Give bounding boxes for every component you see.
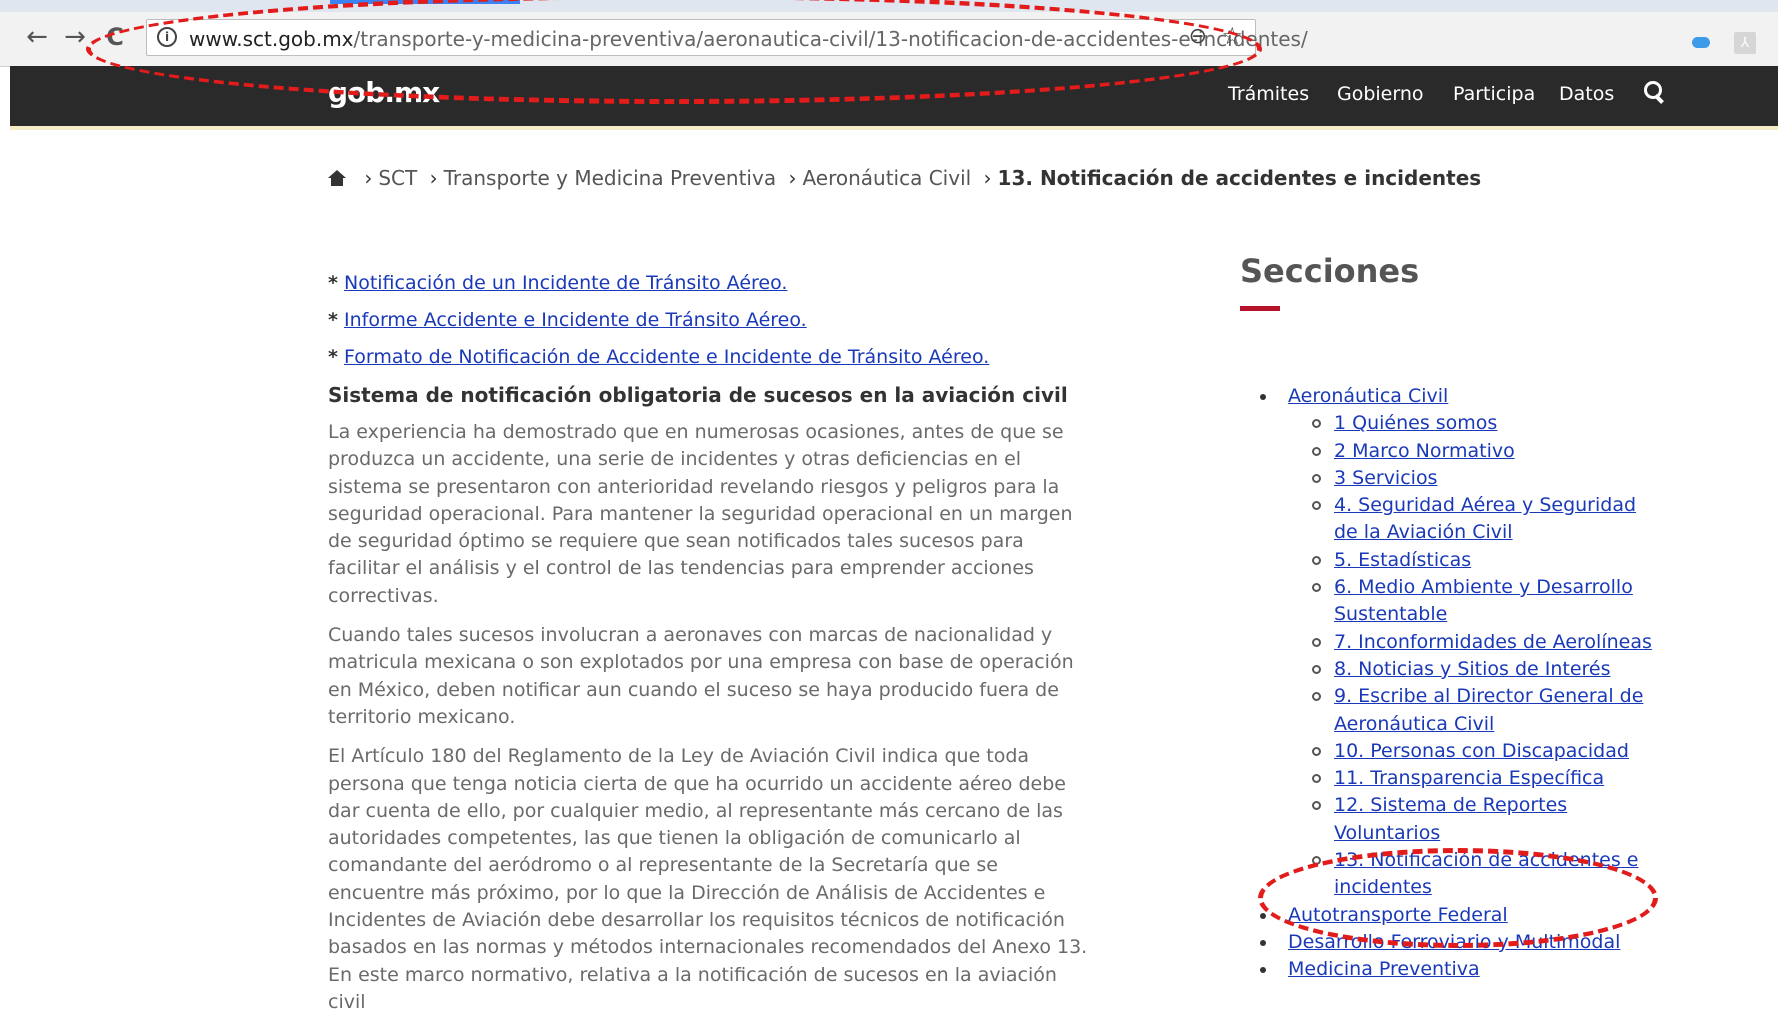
subsection-link[interactable]: 7. Inconformidades de Aerolíneas <box>1334 631 1652 653</box>
subsection-link[interactable]: 12. Sistema de Reportes Voluntarios <box>1334 794 1567 843</box>
section-aeronautica-civil[interactable]: Aeronáutica Civil <box>1288 385 1448 407</box>
paragraph-1: La experiencia ha demostrado que en nume… <box>328 421 1073 607</box>
link-notificacion-incidente[interactable]: Notificación de un Incidente de Tránsito… <box>344 272 787 294</box>
reload-button[interactable]: C <box>98 20 132 54</box>
sections-list: Aeronáutica Civil 1 Quiénes somos 2 Marc… <box>1260 383 1680 984</box>
search-icon[interactable] <box>1638 76 1668 106</box>
section-item: Desarrollo Ferroviario y Multimodal <box>1260 929 1680 956</box>
breadcrumb-aeronautica[interactable]: Aeronáutica Civil <box>802 166 971 190</box>
subsection-item: 10. Personas con Discapacidad <box>1288 738 1664 765</box>
subsection-item: 1 Quiénes somos <box>1288 410 1664 437</box>
doc-link-row: * Notificación de un Incidente de Tránsi… <box>328 272 1098 294</box>
breadcrumb-separator: › <box>429 166 438 190</box>
url-text[interactable]: www.sct.gob.mx/transporte-y-medicina-pre… <box>189 27 1308 51</box>
breadcrumb-current: 13. Notificación de accidentes e inciden… <box>997 166 1482 190</box>
info-icon[interactable]: i <box>157 27 177 47</box>
nav-tramites[interactable]: Trámites <box>1228 83 1309 105</box>
site-header: gob.mx Trámites Gobierno Participa Datos <box>10 66 1778 126</box>
doc-link-row: * Formato de Notificación de Accidente e… <box>328 346 1098 368</box>
paragraph-2: Cuando tales sucesos involucran a aerona… <box>328 624 1074 728</box>
main-content: * Notificación de un Incidente de Tránsi… <box>328 272 1098 1028</box>
subsection-link[interactable]: 6. Medio Ambiente y Desarrollo Sustentab… <box>1334 576 1633 625</box>
link-formato-notificacion[interactable]: Formato de Notificación de Accidente e I… <box>344 346 989 368</box>
browser-toolbar: ← → C i www.sct.gob.mx/transporte-y-medi… <box>0 12 1778 67</box>
url-path: /transporte-y-medicina-preventiva/aerona… <box>353 27 1308 51</box>
subsection-item: 9. Escribe al Director General de Aeroná… <box>1288 683 1664 738</box>
subsection-item: 4. Seguridad Aérea y Seguridad de la Avi… <box>1288 492 1664 547</box>
link-bullet: * <box>328 346 338 368</box>
subsection-link[interactable]: 1 Quiénes somos <box>1334 412 1497 434</box>
subsection-link[interactable]: 11. Transparencia Específica <box>1334 767 1604 789</box>
section-ferroviario[interactable]: Desarrollo Ferroviario y Multimodal <box>1288 931 1620 953</box>
section-heading: Sistema de notificación obligatoria de s… <box>328 383 1068 407</box>
section-autotransporte[interactable]: Autotransporte Federal <box>1288 904 1508 926</box>
subsection-item: 12. Sistema de Reportes Voluntarios <box>1288 792 1664 847</box>
back-button[interactable]: ← <box>20 20 54 54</box>
title-accent-bar <box>1240 306 1280 311</box>
subsection-item: 7. Inconformidades de Aerolíneas <box>1288 629 1664 656</box>
breadcrumb-separator: › <box>983 166 992 190</box>
paragraph-3: El Artículo 180 del Reglamento de la Ley… <box>328 745 1088 1013</box>
subsection-link[interactable]: 5. Estadísticas <box>1334 549 1471 571</box>
subsection-list: 1 Quiénes somos 2 Marco Normativo 3 Serv… <box>1288 410 1680 901</box>
nav-gobierno[interactable]: Gobierno <box>1337 83 1424 105</box>
tab-strip <box>0 0 1778 12</box>
header-divider <box>10 126 1778 130</box>
subsection-item: 3 Servicios <box>1288 465 1664 492</box>
url-host: www.sct.gob.mx <box>189 27 354 51</box>
gob-mx-logo[interactable]: gob.mx <box>328 76 440 109</box>
subsection-item: 5. Estadísticas <box>1288 547 1664 574</box>
link-informe-accidente[interactable]: Informe Accidente e Incidente de Tránsit… <box>344 309 807 331</box>
forward-button[interactable]: → <box>58 20 92 54</box>
section-item: Medicina Preventiva <box>1260 956 1680 983</box>
subsection-link[interactable]: 3 Servicios <box>1334 467 1437 489</box>
breadcrumb-separator: › <box>788 166 797 190</box>
subsection-item: 11. Transparencia Específica <box>1288 765 1664 792</box>
cloud-extension-icon[interactable] <box>1690 32 1712 54</box>
section-item: Aeronáutica Civil 1 Quiénes somos 2 Marc… <box>1260 383 1680 902</box>
active-tab-edge[interactable] <box>330 0 520 4</box>
zoom-icon[interactable]: ⊖ <box>1189 24 1207 49</box>
pdf-extension-icon[interactable]: ⅄ <box>1734 32 1756 54</box>
sidebar-title: Secciones <box>1240 252 1420 290</box>
address-bar[interactable]: i www.sct.gob.mx/transporte-y-medicina-p… <box>146 19 1308 56</box>
subsection-link[interactable]: 4. Seguridad Aérea y Seguridad de la Avi… <box>1334 494 1636 543</box>
nav-participa[interactable]: Participa <box>1453 83 1535 105</box>
subsection-item: 6. Medio Ambiente y Desarrollo Sustentab… <box>1288 574 1664 629</box>
subsection-link[interactable]: 2 Marco Normativo <box>1334 440 1515 462</box>
subsection-link[interactable]: 8. Noticias y Sitios de Interés <box>1334 658 1611 680</box>
sections-sidebar: Secciones Aeronáutica Civil 1 Quiénes so… <box>1240 252 1680 980</box>
breadcrumb-transporte[interactable]: Transporte y Medicina Preventiva <box>444 166 776 190</box>
nav-datos[interactable]: Datos <box>1559 83 1614 105</box>
subsection-link[interactable]: 9. Escribe al Director General de Aeroná… <box>1334 685 1643 734</box>
subsection-item-current: 13. Notificación de accidentes e inciden… <box>1288 847 1664 902</box>
subsection-link-notificacion[interactable]: 13. Notificación de accidentes e inciden… <box>1334 849 1638 898</box>
section-item: Autotransporte Federal <box>1260 902 1680 929</box>
section-medicina[interactable]: Medicina Preventiva <box>1288 958 1480 980</box>
bookmark-star-icon[interactable]: ☆ <box>1221 22 1243 50</box>
subsection-item: 2 Marco Normativo <box>1288 438 1664 465</box>
link-bullet: * <box>328 272 338 294</box>
breadcrumb: › SCT › Transporte y Medicina Preventiva ›… <box>328 166 1481 190</box>
doc-link-row: * Informe Accidente e Incidente de Tráns… <box>328 309 1098 331</box>
subsection-item: 8. Noticias y Sitios de Interés <box>1288 656 1664 683</box>
breadcrumb-sct[interactable]: SCT <box>378 166 417 190</box>
breadcrumb-separator: › <box>364 166 373 190</box>
home-icon[interactable] <box>328 170 346 186</box>
link-bullet: * <box>328 309 338 331</box>
subsection-link[interactable]: 10. Personas con Discapacidad <box>1334 740 1629 762</box>
